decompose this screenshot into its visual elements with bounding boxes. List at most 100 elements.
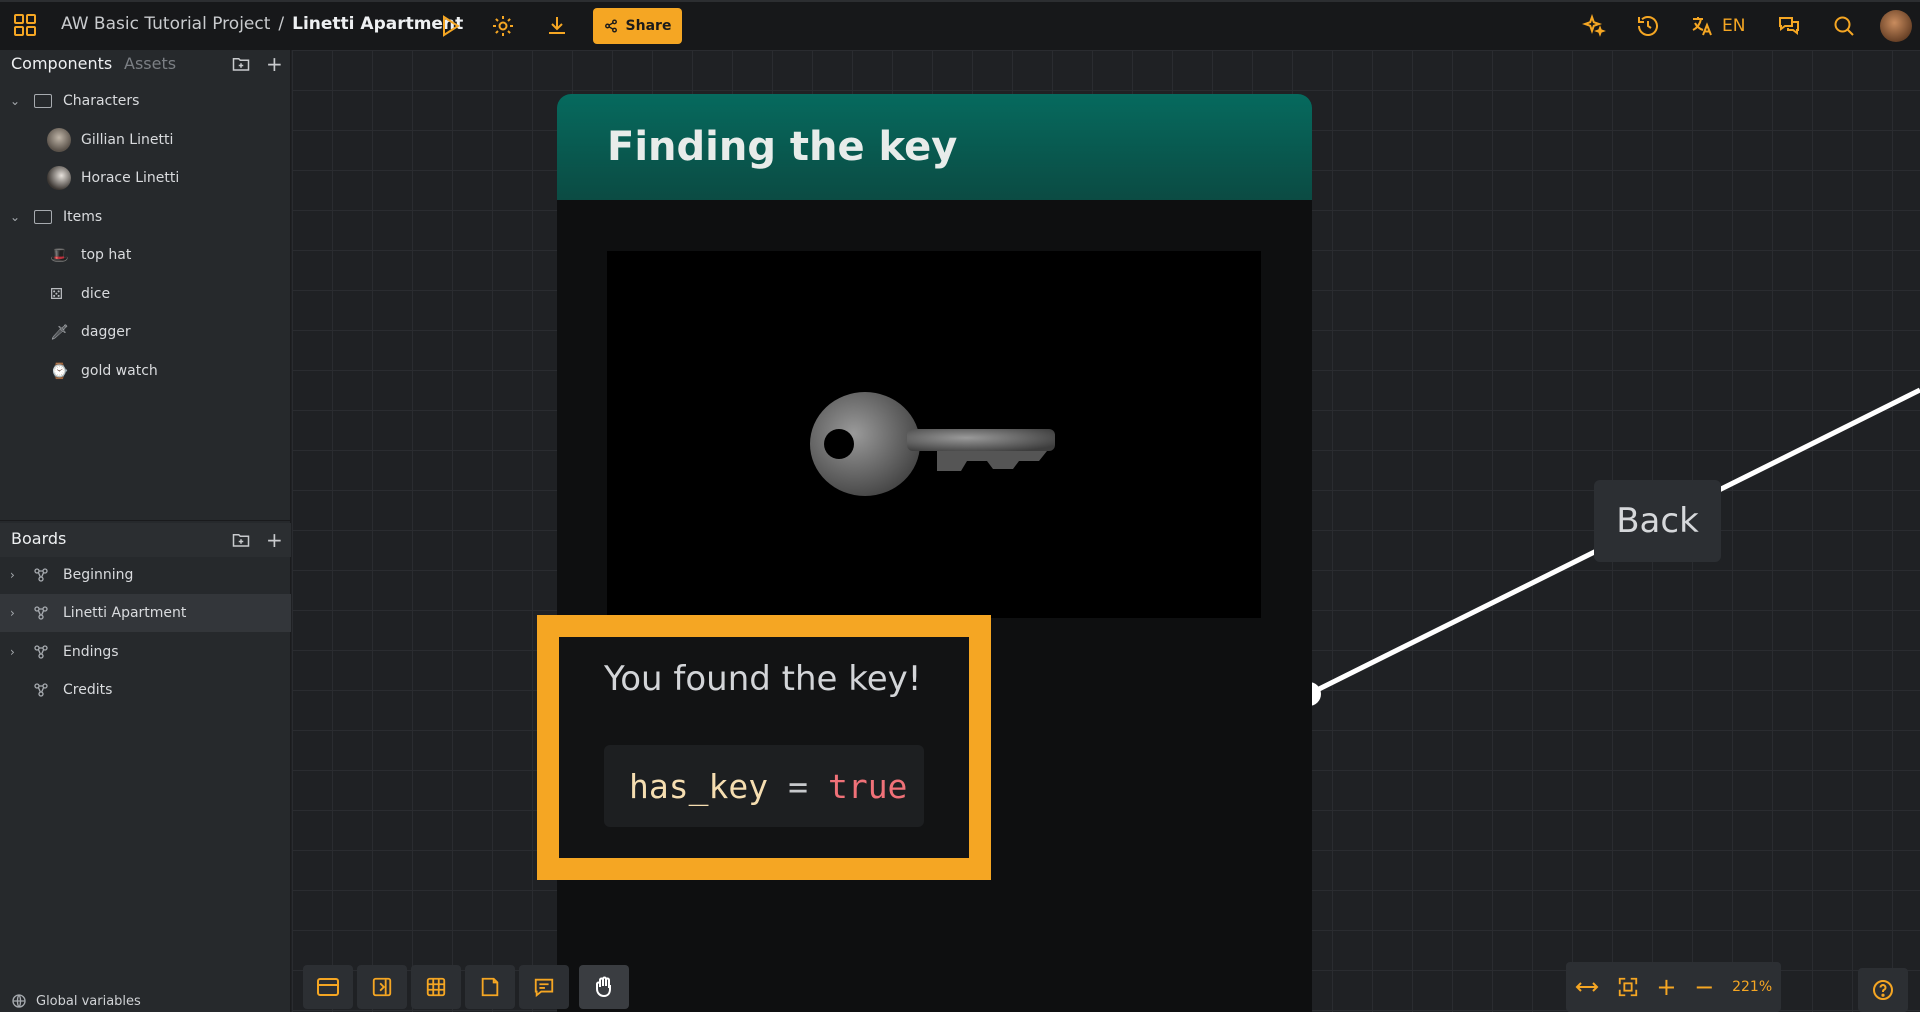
avatar (47, 128, 71, 152)
board-label: Beginning (63, 567, 134, 583)
add-board-icon[interactable]: + (266, 528, 283, 552)
global-variables-label: Global variables (36, 993, 141, 1009)
new-folder-icon[interactable] (232, 56, 250, 72)
item-label: top hat (81, 247, 132, 263)
card-icon (317, 978, 339, 996)
share-icon (604, 19, 618, 33)
help-button[interactable] (1858, 968, 1908, 1012)
zoom-out-icon[interactable]: − (1694, 973, 1714, 1001)
board-canvas[interactable]: Finding the key You found the key! has_k… (292, 50, 1920, 1012)
chevron-down-icon: ⌄ (10, 94, 21, 108)
translate-icon[interactable] (1688, 12, 1716, 40)
settings-gear-icon[interactable] (489, 12, 517, 40)
fit-width-icon[interactable] (1575, 978, 1599, 996)
add-table-button[interactable] (411, 965, 461, 1009)
chevron-right-icon: › (10, 568, 15, 582)
list-item-top-hat[interactable]: 🎩 top hat (0, 236, 291, 274)
highlighted-text-block[interactable]: You found the key! has_key = true (537, 615, 991, 880)
card-title: Finding the key (557, 94, 1312, 200)
variable-name: has_key (629, 766, 769, 806)
zoom-level: 221% (1732, 979, 1773, 995)
board-graph-icon (33, 605, 49, 621)
key-icon (810, 392, 1055, 496)
item-label: Horace Linetti (81, 170, 180, 186)
add-note-button[interactable] (465, 965, 515, 1009)
add-component-icon[interactable]: + (266, 52, 283, 76)
dice-icon: ⚄ (50, 285, 64, 303)
note-icon (481, 977, 499, 997)
dagger-icon: 🗡 (50, 323, 70, 341)
comment-icon (534, 978, 554, 998)
breadcrumb-separator: / (278, 14, 285, 34)
global-variables-button[interactable]: Global variables (0, 990, 291, 1012)
item-label: dagger (81, 324, 131, 340)
list-item-gold-watch[interactable]: ⌚ gold watch (0, 352, 291, 390)
board-label: Endings (63, 644, 119, 660)
chevron-down-icon: ⌄ (10, 210, 21, 224)
share-label: Share (625, 18, 672, 34)
bottom-toolbar (303, 962, 629, 1012)
zoom-in-icon[interactable]: + (1656, 973, 1676, 1001)
download-icon[interactable] (543, 12, 571, 40)
tab-components[interactable]: Components (11, 54, 112, 73)
new-folder-icon[interactable] (232, 532, 250, 548)
key-image (607, 251, 1261, 618)
ai-sparkle-icon[interactable] (1580, 12, 1608, 40)
add-comment-button[interactable] (519, 965, 569, 1009)
variable-value: true (827, 766, 908, 806)
fullscreen-icon[interactable] (1617, 976, 1639, 998)
board-graph-icon (33, 567, 49, 583)
board-item-beginning[interactable]: › Beginning (0, 556, 291, 594)
breadcrumb: AW Basic Tutorial Project / Linetti Apar… (61, 14, 463, 34)
variable-assignment[interactable]: has_key = true (604, 745, 924, 827)
assignment-operator: = (788, 766, 808, 806)
zoom-toolbar: + − 221% (1566, 962, 1781, 1012)
add-jump-button[interactable] (357, 965, 407, 1009)
board-item-endings[interactable]: › Endings (0, 633, 291, 671)
list-item-gillian-linetti[interactable]: Gillian Linetti (0, 121, 291, 159)
board-graph-icon (33, 644, 49, 660)
user-avatar[interactable] (1880, 10, 1912, 42)
share-button[interactable]: Share (593, 8, 682, 44)
breadcrumb-project[interactable]: AW Basic Tutorial Project (61, 14, 270, 34)
chevron-right-icon: › (10, 645, 15, 659)
pan-hand-button[interactable] (579, 965, 629, 1009)
comments-icon[interactable] (1775, 12, 1803, 40)
top-bar: AW Basic Tutorial Project / Linetti Apar… (0, 0, 1920, 50)
board-label: Linetti Apartment (63, 605, 187, 621)
avatar (47, 166, 71, 190)
board-item-linetti-apartment[interactable]: › Linetti Apartment (0, 594, 291, 632)
folder-characters[interactable]: ⌄ Characters (0, 82, 291, 120)
item-label: Gillian Linetti (81, 132, 174, 148)
board-label: Credits (63, 682, 113, 698)
list-item-dice[interactable]: ⚄ dice (0, 275, 291, 313)
back-node[interactable]: Back (1594, 480, 1721, 562)
top-hat-icon: 🎩 (50, 246, 69, 264)
globe-icon (11, 993, 27, 1009)
help-icon (1873, 980, 1893, 1000)
jump-icon (372, 977, 392, 997)
list-item-horace-linetti[interactable]: Horace Linetti (0, 159, 291, 197)
board-graph-icon (33, 682, 49, 698)
play-icon[interactable] (436, 12, 464, 40)
watch-icon: ⌚ (50, 362, 69, 380)
chevron-right-icon: › (10, 606, 15, 620)
components-panel-header: Components Assets + (0, 50, 291, 80)
boards-panel-header: Boards + (0, 523, 291, 557)
folder-label: Items (63, 209, 103, 225)
language-code[interactable]: EN (1722, 16, 1745, 36)
tab-assets[interactable]: Assets (124, 54, 176, 73)
folder-items[interactable]: ⌄ Items (0, 198, 291, 236)
hand-icon (596, 976, 611, 998)
board-item-credits[interactable]: Credits (0, 671, 291, 709)
sidebar: Components Assets + ⌄ Characters Gillian… (0, 50, 291, 1012)
list-item-dagger[interactable]: 🗡 dagger (0, 313, 291, 351)
boards-title: Boards (11, 529, 67, 548)
folder-label: Characters (63, 93, 140, 109)
grid-menu-icon[interactable] (11, 11, 39, 39)
folder-icon (34, 210, 52, 224)
search-icon[interactable] (1830, 12, 1858, 40)
item-label: gold watch (81, 363, 158, 379)
history-icon[interactable] (1634, 12, 1662, 40)
add-card-button[interactable] (303, 965, 353, 1009)
